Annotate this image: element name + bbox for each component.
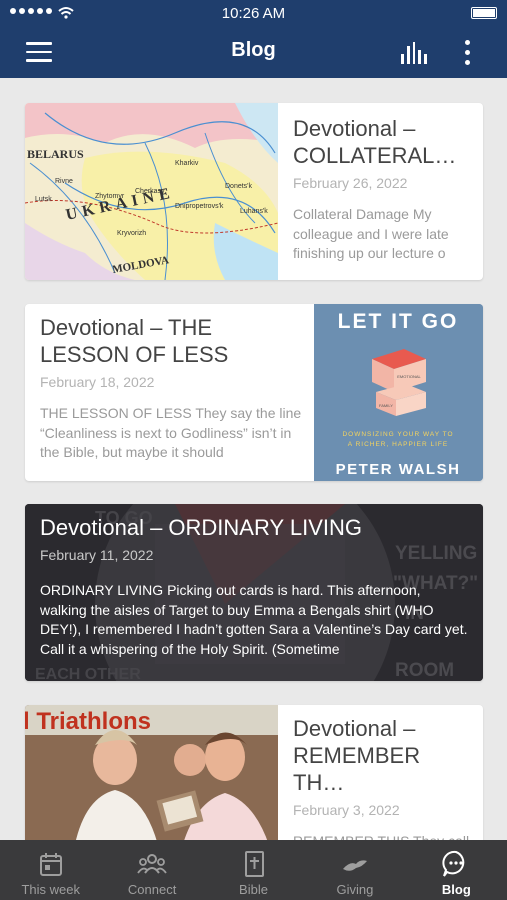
post-excerpt: ORDINARY LIVING Picking out cards is har… [40, 582, 468, 657]
map-label: Donets'k [225, 183, 253, 190]
map-label: Zhytomyr [95, 193, 125, 200]
tab-this-week[interactable]: This week [0, 840, 101, 900]
more-options-icon[interactable] [465, 40, 471, 66]
tab-blog[interactable]: Blog [406, 840, 507, 900]
post-excerpt: THE LESSON OF LESS They say the line “Cl… [40, 405, 302, 460]
tab-label: Giving [336, 882, 374, 897]
tab-label: Blog [441, 882, 471, 897]
giving-icon [342, 860, 367, 871]
svg-text:ROOM: ROOM [395, 660, 454, 681]
map-label: Lutsk [35, 196, 52, 203]
blog-post-card[interactable]: l Triathlons Devotional – REMEMBER TH… F… [25, 705, 483, 845]
post-date: February 3, 2022 [293, 802, 400, 818]
svg-text:LET IT GO: LET IT GO [338, 310, 459, 333]
bible-icon [244, 851, 264, 877]
post-date: February 18, 2022 [40, 374, 155, 390]
bottom-tab-bar: This week Connect Bible Giving Blog [0, 840, 507, 900]
svg-text:l Triathlons: l Triathlons [25, 708, 151, 735]
tab-giving[interactable]: Giving [304, 840, 405, 900]
people-icon [137, 854, 167, 874]
audio-bars-icon[interactable] [401, 42, 427, 64]
blog-post-card[interactable]: YELLING "WHAT?" IN ROOM TO GO EACH OTHER… [25, 504, 483, 681]
ukraine-map-image: BELARUS UKRAINE MOLDOVA Kharkiv Kryvoriz… [25, 103, 278, 280]
svg-text:EACH OTHER: EACH OTHER [35, 666, 141, 681]
svg-text:FAMILY: FAMILY [379, 403, 393, 408]
blog-post-card[interactable]: BELARUS UKRAINE MOLDOVA Kharkiv Kryvoriz… [25, 103, 483, 280]
map-label: Luhans'k [240, 208, 268, 215]
status-bar: 10:26 AM [0, 0, 507, 26]
map-label: Rivne [55, 178, 73, 185]
map-label: BELARUS [27, 147, 84, 161]
book-cover-image: LET IT GO EMOTIONAL FAMILY DOWNSIZING YO… [314, 304, 483, 481]
tab-bible[interactable]: Bible [203, 840, 304, 900]
tab-label: This week [21, 882, 80, 897]
tab-label: Connect [127, 882, 177, 897]
map-label: Cherkasy [135, 188, 165, 195]
post-title: Devotional – ORDINARY LIVING [40, 515, 362, 540]
tab-connect[interactable]: Connect [101, 840, 202, 900]
map-label: Kryvorizh [117, 230, 146, 237]
tab-label: Bible [239, 882, 268, 897]
battery-icon [471, 7, 497, 19]
chat-icon [442, 850, 465, 877]
calendar-icon [39, 853, 62, 876]
post-date: February 26, 2022 [293, 175, 408, 191]
svg-text:EMOTIONAL: EMOTIONAL [397, 374, 421, 379]
post-title: Devotional – COLLATERAL… [293, 116, 457, 168]
svg-text:DOWNSIZING YOUR WAY TO: DOWNSIZING YOUR WAY TO [342, 431, 453, 438]
blog-post-card[interactable]: Devotional – THE LESSON OF LESS February… [25, 304, 483, 481]
post-excerpt: Collateral Damage My colleague and I wer… [293, 206, 449, 261]
post-title: Devotional – REMEMBER TH… [293, 716, 421, 795]
post-title: Devotional – THE LESSON OF LESS [40, 315, 229, 367]
map-label: Dnipropetrovs'k [175, 203, 224, 210]
svg-text:PETER WALSH: PETER WALSH [336, 461, 461, 478]
app-header: Blog [0, 26, 507, 78]
status-time: 10:26 AM [221, 5, 286, 22]
page-title: Blog [231, 39, 276, 61]
triathlon-photo-image: l Triathlons [25, 705, 278, 845]
map-label: Kharkiv [175, 160, 199, 167]
post-date: February 11, 2022 [40, 547, 154, 563]
svg-text:A RICHER, HAPPIER LIFE: A RICHER, HAPPIER LIFE [348, 441, 448, 448]
